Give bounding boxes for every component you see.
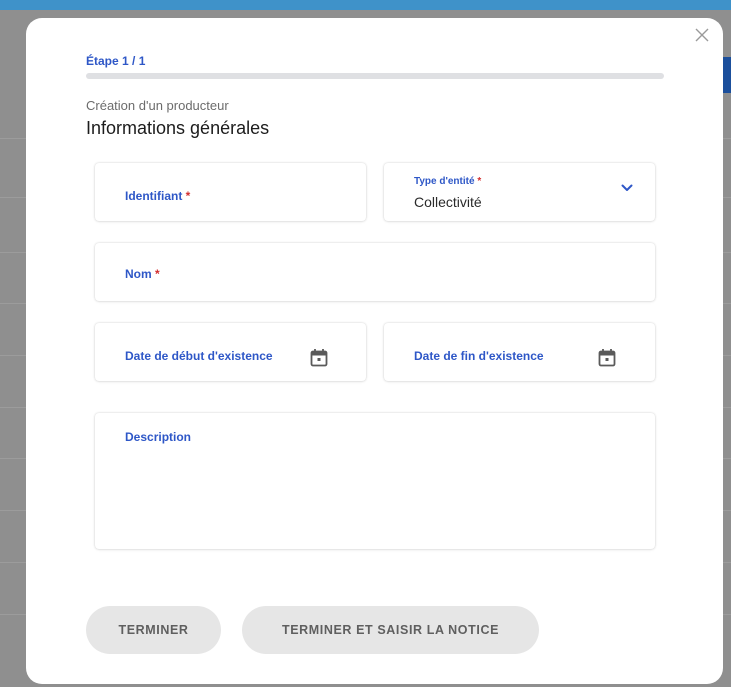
- nom-label: Nom *: [125, 267, 160, 281]
- identifiant-label: Identifiant *: [125, 189, 191, 203]
- date-debut-label: Date de début d'existence: [125, 349, 273, 363]
- terminer-saisir-notice-button[interactable]: TERMINER ET SAISIR LA NOTICE: [242, 606, 539, 654]
- step-progress-bar: [86, 73, 664, 79]
- close-button[interactable]: [693, 26, 711, 44]
- date-fin-field[interactable]: Date de fin d'existence: [384, 323, 655, 381]
- step-indicator: Étape 1 / 1: [86, 54, 146, 68]
- step-progress-fill: [86, 73, 664, 79]
- calendar-icon[interactable]: [598, 348, 616, 367]
- section-title: Informations générales: [86, 118, 270, 138]
- nom-field[interactable]: Nom *: [95, 243, 655, 301]
- chevron-down-icon: [621, 184, 633, 191]
- date-fin-label: Date de fin d'existence: [414, 349, 544, 363]
- type-entite-select[interactable]: Type d'entité * Collectivité: [384, 163, 655, 221]
- type-entite-label: Type d'entité *: [414, 176, 482, 187]
- calendar-icon[interactable]: [310, 348, 328, 367]
- create-producer-modal: Étape 1 / 1 Création d'un producteur Inf…: [26, 18, 723, 684]
- terminer-button[interactable]: TERMINER: [86, 606, 221, 654]
- identifiant-field[interactable]: Identifiant *: [95, 163, 366, 221]
- modal-subtitle: Création d'un producteur: [86, 98, 229, 113]
- description-textarea[interactable]: Description: [95, 413, 655, 549]
- type-entite-value: Collectivité: [414, 194, 482, 210]
- background-header-strip: [0, 0, 731, 10]
- description-label: Description: [125, 430, 192, 444]
- close-icon: [695, 28, 709, 42]
- date-debut-field[interactable]: Date de début d'existence: [95, 323, 366, 381]
